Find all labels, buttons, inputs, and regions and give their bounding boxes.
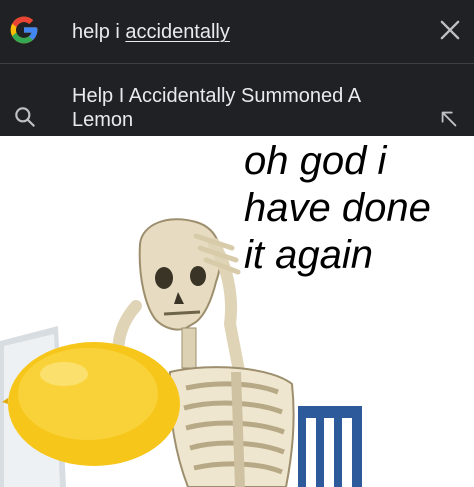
search-overlay: help i accidentally Help I Accidentally … [0, 0, 474, 136]
chair-illustration [298, 406, 362, 487]
search-bar: help i accidentally [0, 0, 474, 62]
search-icon [15, 107, 35, 127]
caption-line-1: oh god i [244, 139, 387, 183]
search-query-text: help i accidentally [72, 18, 230, 46]
caption-line-2: have done [244, 186, 431, 230]
suggestion-line-1: Help I Accidentally Summoned A [72, 85, 362, 107]
search-query-prefix: help i [72, 21, 126, 43]
search-suggestion[interactable]: Help I Accidentally Summoned A Lemon [0, 64, 474, 136]
close-icon[interactable] [436, 16, 464, 44]
meme-image: oh god i have done it again [0, 136, 474, 487]
suggestion-line-2: Lemon [72, 109, 134, 131]
meme-caption: oh god i have done it again [244, 138, 472, 279]
google-logo-icon [10, 16, 38, 44]
search-query-underlined: accidentally [125, 21, 230, 43]
arrow-up-left-icon[interactable] [438, 108, 460, 130]
suggestion-label: Help I Accidentally Summoned A Lemon [72, 84, 412, 132]
caption-line-3: it again [244, 233, 373, 277]
